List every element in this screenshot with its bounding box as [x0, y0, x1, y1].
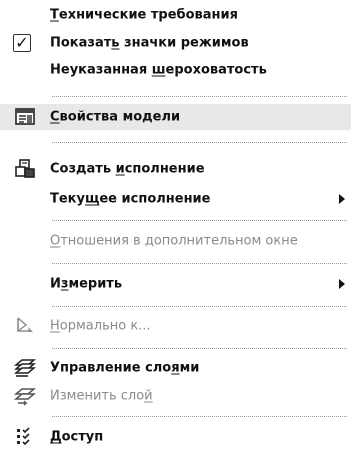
normal-to-icon — [13, 315, 37, 337]
menu-item-access[interactable]: Доступ — [0, 425, 351, 449]
checkmark-icon: ✓ — [13, 34, 31, 52]
menu-item-label: Создать исполнение — [50, 161, 205, 177]
submenu-arrow-icon — [339, 279, 345, 289]
menu-separator — [52, 142, 347, 143]
menu-separator — [52, 220, 347, 221]
menu-item-label: Показать значки режимов — [50, 35, 249, 51]
menu-item-label: Отношения в дополнительном окне — [50, 233, 298, 249]
change-layer-icon — [13, 385, 37, 407]
menu-separator — [52, 348, 347, 349]
menu-item-label: Управление слоями — [50, 360, 200, 376]
menu-item-show-mode-icons[interactable]: ✓ Показать значки режимов — [0, 31, 351, 55]
context-menu: Технические требования ✓ Показать значки… — [0, 0, 351, 453]
menu-item-model-properties[interactable]: Свойства модели — [0, 104, 351, 130]
menu-item-normal-to: Нормально к... — [0, 314, 351, 338]
menu-item-label: Изменить слой — [50, 388, 153, 404]
menu-item-label: Доступ — [50, 429, 104, 445]
menu-separator — [52, 416, 347, 417]
menu-item-current-configuration[interactable]: Текущее исполнение — [0, 187, 351, 211]
menu-item-create-configuration[interactable]: Создать исполнение — [0, 157, 351, 181]
menu-item-change-layer: Изменить слой — [0, 384, 351, 408]
menu-item-label: Неуказанная шероховатость — [50, 62, 267, 78]
menu-separator — [52, 263, 347, 264]
menu-item-label: Текущее исполнение — [50, 191, 211, 207]
menu-item-technical-requirements[interactable]: Технические требования — [0, 3, 351, 27]
model-properties-icon — [13, 106, 37, 128]
submenu-arrow-icon — [339, 194, 345, 204]
menu-item-label: Нормально к... — [50, 318, 151, 334]
menu-item-unspecified-roughness[interactable]: Неуказанная шероховатость — [0, 58, 351, 82]
create-configuration-icon — [13, 158, 37, 180]
menu-separator — [52, 96, 347, 97]
layers-icon — [13, 357, 37, 379]
menu-item-relations-in-window: Отношения в дополнительном окне — [0, 229, 351, 253]
menu-item-label: Технические требования — [50, 7, 238, 23]
menu-separator — [52, 306, 347, 307]
menu-item-measure[interactable]: Измерить — [0, 272, 351, 296]
menu-item-label: Измерить — [50, 276, 123, 292]
access-icon — [13, 426, 37, 448]
menu-item-label: Свойства модели — [50, 109, 181, 125]
menu-item-layer-management[interactable]: Управление слоями — [0, 356, 351, 380]
